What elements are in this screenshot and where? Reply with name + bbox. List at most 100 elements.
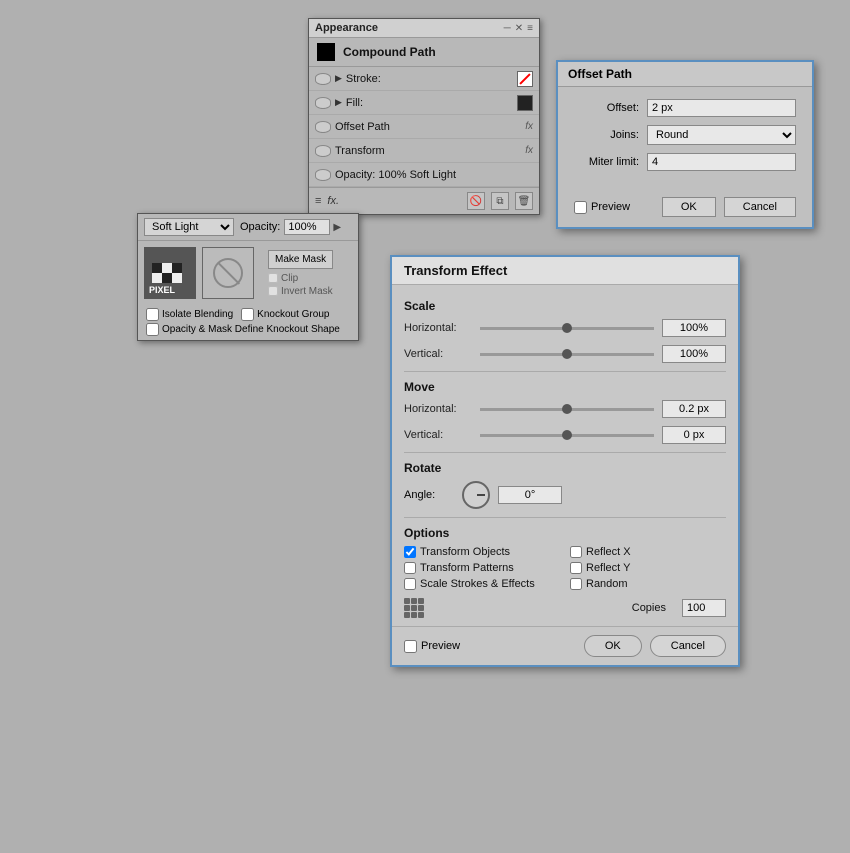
offset-dialog-title: Offset Path: [558, 62, 812, 87]
delete-icon[interactable]: 🗑: [515, 192, 533, 210]
miter-field: Miter limit:: [574, 153, 796, 171]
stroke-row[interactable]: ▶ Stroke:: [309, 67, 539, 91]
fx-badge-transform: fx: [525, 145, 533, 156]
reflect-y-item: Reflect Y: [570, 562, 726, 574]
no-mask-icon: [213, 258, 243, 288]
scale-h-input[interactable]: [662, 319, 726, 337]
random-checkbox[interactable]: [570, 578, 582, 590]
menu-icon[interactable]: ≡: [527, 23, 533, 34]
scale-strokes-checkbox[interactable]: [404, 578, 416, 590]
visibility-icon-offset[interactable]: [315, 121, 331, 133]
footer-menu-icon[interactable]: ≡: [315, 195, 321, 207]
move-h-thumb[interactable]: [562, 404, 572, 414]
offset-cancel-button[interactable]: Cancel: [724, 197, 796, 217]
trans-controls-row: Soft Light Normal Multiply Opacity: ▶: [138, 214, 358, 241]
copies-row: Copies: [404, 598, 726, 618]
rotate-row: Angle:: [404, 481, 726, 509]
offset-preview-checkbox[interactable]: [574, 201, 587, 214]
scale-strokes-label: Scale Strokes & Effects: [420, 578, 535, 590]
mask-thumbnail: [202, 247, 254, 299]
visibility-icon-opacity[interactable]: [315, 169, 331, 181]
move-v-slider[interactable]: [480, 434, 654, 437]
reflect-x-label: Reflect X: [586, 546, 631, 558]
opacity-label: Opacity: 100% Soft Light: [335, 169, 533, 181]
pixel-art-svg: PIXEL: [144, 247, 196, 299]
reflect-y-label: Reflect Y: [586, 562, 630, 574]
trans-thumbnails: PIXEL Make Mask Clip Invert Mask: [138, 241, 358, 305]
block-icon[interactable]: 🚫: [467, 192, 485, 210]
angle-input[interactable]: [498, 486, 562, 504]
offset-path-dialog: Offset Path Offset: Joins: Round Miter B…: [556, 60, 814, 229]
expand-arrow-fill[interactable]: ▶: [335, 97, 342, 108]
fx-label: fx.: [327, 195, 339, 207]
preview-row: Preview: [404, 640, 460, 653]
isolate-blending-item: Isolate Blending: [146, 308, 233, 321]
opacity-mask-item: Opacity & Mask Define Knockout Shape: [146, 323, 350, 336]
isolate-blending-label: Isolate Blending: [162, 309, 233, 320]
copy-icon[interactable]: ⧉: [491, 192, 509, 210]
appearance-title: Appearance: [315, 22, 378, 34]
clip-checkbox[interactable]: [268, 273, 278, 283]
copies-label: Copies: [632, 602, 666, 614]
scale-h-thumb[interactable]: [562, 323, 572, 333]
move-v-thumb[interactable]: [562, 430, 572, 440]
offset-path-row[interactable]: Offset Path fx: [309, 115, 539, 139]
visibility-icon[interactable]: [315, 73, 331, 85]
transform-objects-label: Transform Objects: [420, 546, 510, 558]
transform-patterns-checkbox[interactable]: [404, 562, 416, 574]
knockout-group-item: Knockout Group: [241, 308, 329, 321]
offset-value-input[interactable]: [647, 99, 796, 117]
move-vertical-field: Vertical:: [404, 426, 726, 444]
preview-checkbox[interactable]: [404, 640, 417, 653]
reflect-y-checkbox[interactable]: [570, 562, 582, 574]
scale-v-slider[interactable]: [480, 353, 654, 356]
offset-path-label: Offset Path: [335, 121, 525, 133]
visibility-icon-fill[interactable]: [315, 97, 331, 109]
appearance-titlebar: Appearance ─ ✕ ≡: [309, 19, 539, 38]
offset-ok-button[interactable]: OK: [662, 197, 716, 217]
move-h-slider[interactable]: [480, 408, 654, 411]
transform-objects-checkbox[interactable]: [404, 546, 416, 558]
joins-field: Joins: Round Miter Bevel: [574, 125, 796, 145]
opacity-mask-checkbox[interactable]: [146, 323, 159, 336]
minimize-icon[interactable]: ─: [504, 23, 511, 34]
scale-h-slider[interactable]: [480, 327, 654, 330]
appearance-panel: Appearance ─ ✕ ≡ Compound Path ▶ Stroke:…: [308, 18, 540, 215]
stroke-label: Stroke:: [346, 73, 513, 85]
scale-v-thumb[interactable]: [562, 349, 572, 359]
transform-effect-dialog: Transform Effect Scale Horizontal: Verti…: [390, 255, 740, 667]
isolate-blending-checkbox[interactable]: [146, 308, 159, 321]
reflect-x-item: Reflect X: [570, 546, 726, 558]
divider-1: [404, 371, 726, 372]
fill-label: Fill:: [346, 97, 517, 109]
miter-input[interactable]: [647, 153, 796, 171]
close-icon[interactable]: ✕: [515, 23, 523, 34]
stroke-swatch[interactable]: [517, 71, 533, 87]
reflect-x-checkbox[interactable]: [570, 546, 582, 558]
knockout-group-checkbox[interactable]: [241, 308, 254, 321]
fill-row[interactable]: ▶ Fill:: [309, 91, 539, 115]
opacity-input[interactable]: [284, 219, 330, 235]
transform-cancel-button[interactable]: Cancel: [650, 635, 726, 657]
blend-mode-select[interactable]: Soft Light Normal Multiply: [144, 218, 234, 236]
expand-arrow[interactable]: ▶: [335, 73, 342, 84]
copies-input[interactable]: [682, 599, 726, 617]
move-h-input[interactable]: [662, 400, 726, 418]
transform-ok-button[interactable]: OK: [584, 635, 642, 657]
invert-mask-checkbox[interactable]: [268, 286, 278, 296]
joins-select[interactable]: Round Miter Bevel: [647, 125, 796, 145]
scale-strokes-item: Scale Strokes & Effects: [404, 578, 560, 590]
trans-arrow[interactable]: ▶: [333, 222, 341, 233]
visibility-icon-transform[interactable]: [315, 145, 331, 157]
scale-v-input[interactable]: [662, 345, 726, 363]
opacity-row[interactable]: Opacity: 100% Soft Light: [309, 163, 539, 187]
transform-objects-item: Transform Objects: [404, 546, 560, 558]
options-grid: Transform Objects Reflect X Transform Pa…: [404, 546, 726, 590]
rotate-dial[interactable]: [462, 481, 490, 509]
move-v-input[interactable]: [662, 426, 726, 444]
make-mask-button[interactable]: Make Mask: [268, 250, 333, 269]
transform-row[interactable]: Transform fx: [309, 139, 539, 163]
divider-2: [404, 452, 726, 453]
fill-swatch[interactable]: [517, 95, 533, 111]
compound-icon: [317, 43, 335, 61]
